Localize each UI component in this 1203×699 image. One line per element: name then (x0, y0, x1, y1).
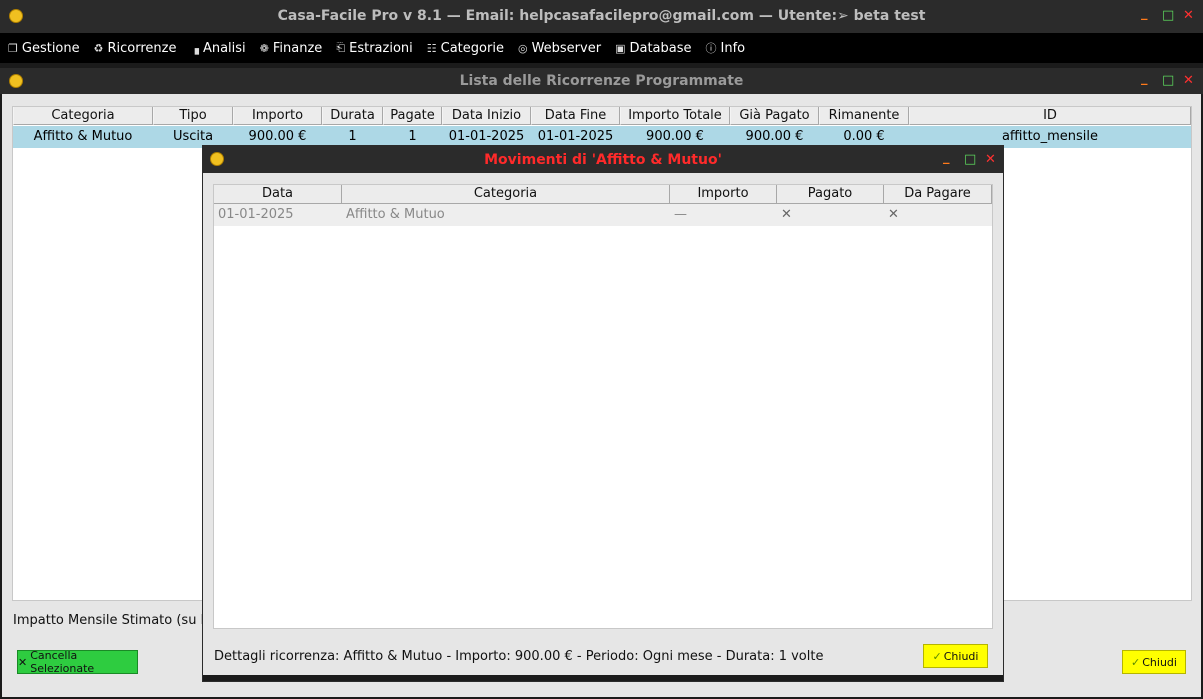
main-titlebar: Casa-Facile Pro v 8.1 — Email: helpcasaf… (0, 0, 1203, 33)
menu-label: Categorie (440, 40, 504, 56)
close-icon: ✕ (18, 655, 28, 669)
extract-icon: ⎗ (336, 41, 346, 54)
menu-analisi[interactable]: ▗ Analisi (190, 41, 245, 56)
menu-ricorrenze[interactable]: ♻ Ricorrenze (94, 41, 177, 56)
maximize-button[interactable]: □ (1162, 8, 1174, 23)
close-button[interactable]: ✕ (1183, 8, 1194, 23)
table-header: Data Categoria Importo Pagato Da Pagare (214, 185, 992, 204)
minimize-button[interactable]: _ (1141, 6, 1148, 21)
menu-label: Finanze (272, 40, 323, 56)
menu-label: Ricorrenze (107, 40, 177, 56)
movements-table[interactable]: Data Categoria Importo Pagato Da Pagare … (213, 184, 993, 629)
minimize-button[interactable]: _ (943, 150, 950, 165)
folder-icon: ❐ (8, 41, 18, 55)
save-icon: ▣ (615, 41, 626, 55)
check-icon: ✓ (932, 649, 942, 663)
column-header[interactable]: Durata (322, 107, 383, 125)
column-header[interactable]: ID (909, 107, 1191, 125)
table-cell: Affitto & Mutuo (346, 207, 445, 222)
column-header[interactable]: Data (214, 185, 342, 204)
recurrence-details: Dettagli ricorrenza: Affitto & Mutuo - I… (214, 649, 824, 664)
info-icon: ⓘ (705, 42, 717, 55)
column-header[interactable]: Importo Totale (620, 107, 730, 125)
delete-selected-button[interactable]: ✕ Cancella Selezionate (17, 649, 138, 675)
menu-label: Gestione (21, 40, 80, 56)
maximize-button[interactable]: □ (1162, 73, 1174, 88)
column-header[interactable]: Importo (670, 185, 777, 204)
table-cell: — (674, 207, 687, 222)
list-window-titlebar: Lista delle Ricorrenze Programmate _ □ ✕ (0, 68, 1203, 94)
column-header[interactable]: Data Fine (531, 107, 620, 125)
column-header[interactable]: Rimanente (819, 107, 909, 125)
close-list-label: Chiudi (1142, 655, 1177, 669)
column-header[interactable]: Pagato (777, 185, 884, 204)
close-dialog-label: Chiudi (943, 649, 979, 663)
menu-estrazioni[interactable]: ⎗ Estrazioni (336, 41, 412, 56)
close-button[interactable]: ✕ (1183, 73, 1194, 88)
recycle-icon: ♻ (93, 41, 104, 55)
close-button[interactable]: ✕ (985, 152, 996, 167)
window-title: Casa-Facile Pro v 8.1 — Email: helpcasaf… (277, 8, 926, 24)
menu-label: Estrazioni (349, 40, 413, 56)
movements-dialog: Movimenti di 'Affitto & Mutuo' _ □ ✕ Dat… (202, 145, 1004, 682)
menu-label: Analisi (202, 40, 246, 56)
chart-icon: ▗ (190, 41, 199, 55)
coins-icon: ❁ (259, 41, 269, 55)
table-cell: Affitto & Mutuo (33, 129, 133, 144)
check-icon: ✓ (1131, 655, 1141, 669)
menu-gestione[interactable]: ❐ Gestione (8, 41, 80, 56)
dialog-title: Movimenti di 'Affitto & Mutuo' (484, 152, 722, 168)
column-header[interactable]: Categoria (342, 185, 670, 204)
minimize-button[interactable]: _ (1141, 71, 1148, 86)
category-icon: ☷ (426, 41, 437, 55)
menu-label: Database (629, 40, 692, 56)
close-list-button[interactable]: ✓ Chiudi (1122, 650, 1186, 674)
dialog-bottom-border (203, 675, 1003, 681)
close-dialog-button[interactable]: ✓ Chiudi (923, 644, 988, 668)
menu-label: Webserver (531, 40, 602, 56)
column-header[interactable]: Già Pagato (730, 107, 819, 125)
maximize-button[interactable]: □ (964, 152, 976, 167)
menu-webserver[interactable]: ◎ Webserver (518, 41, 601, 56)
dialog-titlebar: Movimenti di 'Affitto & Mutuo' _ □ ✕ (203, 146, 1003, 173)
to-pay-x-icon: ✕ (888, 207, 899, 222)
menu-categorie[interactable]: ☷ Categorie (427, 41, 504, 56)
table-header: Categoria Tipo Importo Durata Pagate Dat… (13, 107, 1191, 125)
list-window-title: Lista delle Ricorrenze Programmate (459, 73, 744, 89)
menu-label: Info (720, 40, 746, 56)
paid-x-icon: ✕ (781, 207, 792, 222)
column-header[interactable]: Da Pagare (884, 185, 992, 204)
menu-info[interactable]: ⓘ Info (706, 40, 746, 56)
column-header[interactable]: Tipo (153, 107, 233, 125)
column-header[interactable]: Pagate (383, 107, 442, 125)
table-cell: 01-01-2025 (218, 207, 294, 222)
menu-finanze[interactable]: ❁ Finanze (260, 41, 323, 56)
menubar: ❐ Gestione ♻ Ricorrenze ▗ Analisi ❁ Fina… (0, 33, 1203, 63)
monthly-impact-label: Impatto Mensile Stimato (su bas (13, 613, 224, 628)
column-header[interactable]: Categoria (13, 107, 153, 125)
delete-selected-label: Cancella Selezionate (30, 649, 95, 675)
column-header[interactable]: Data Inizio (442, 107, 531, 125)
table-row[interactable]: 01-01-2025 Affitto & Mutuo — ✕ ✕ (214, 204, 992, 226)
globe-icon: ◎ (517, 41, 528, 55)
column-header[interactable]: Importo (233, 107, 322, 125)
menu-database[interactable]: ▣ Database (615, 41, 691, 56)
